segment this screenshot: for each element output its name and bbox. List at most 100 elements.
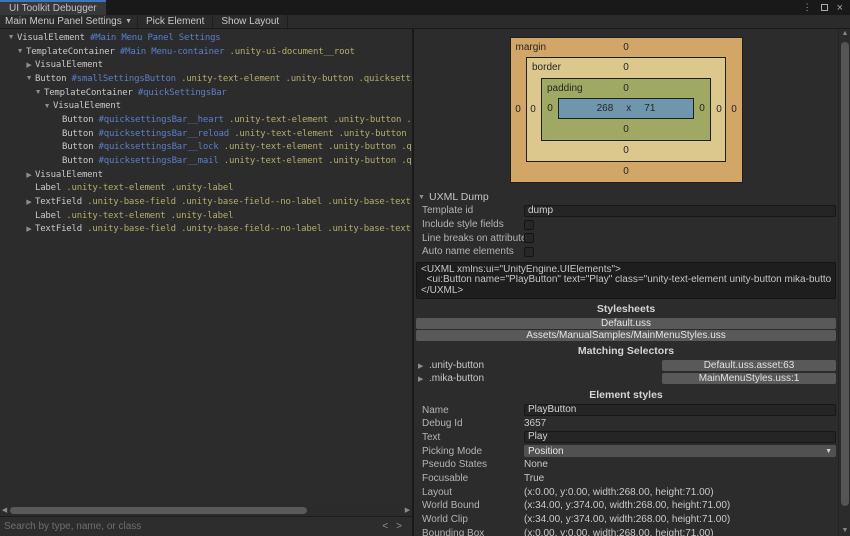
line-breaks-on-attributes-checkbox[interactable] bbox=[524, 233, 534, 244]
picking-mode-label: Picking Mode bbox=[422, 445, 483, 457]
uxml-code-line: </UXML> bbox=[421, 285, 464, 296]
expander-expanded-icon[interactable]: ▼ bbox=[14, 48, 26, 55]
tree-row-visualelement[interactable]: ▼ VisualElement bbox=[0, 99, 412, 113]
element-classes: .unity-text-element .unity-label bbox=[61, 210, 234, 221]
box-model-padding: padding 0 0 268 x 71 0 0 bbox=[541, 77, 711, 141]
selector-source-button[interactable]: MainMenuStyles.uss:1 bbox=[662, 373, 836, 385]
box-model-content: 268 x 71 bbox=[558, 98, 694, 119]
expander-collapsed-icon[interactable]: ▶ bbox=[23, 61, 35, 69]
world-bound-value: (x:34.00, y:374.00, width:268.00, height… bbox=[524, 500, 731, 512]
expander-expanded-icon[interactable]: ▼ bbox=[23, 75, 35, 82]
style-row-name: Name PlayButton bbox=[414, 403, 838, 417]
focusable-value: True bbox=[524, 473, 545, 485]
tab-ui-toolkit-debugger[interactable]: UI Toolkit Debugger bbox=[0, 0, 106, 15]
close-icon[interactable]: × bbox=[837, 2, 843, 13]
element-type: TextField bbox=[35, 224, 82, 235]
bounding-box-value: (x:0.00, y:0.00, width:268.00, height:71… bbox=[524, 527, 714, 536]
tree-row-visualelement[interactable]: ▶ VisualElement bbox=[0, 168, 412, 182]
tree-row-textfield[interactable]: ▶ TextField .unity-base-field .unity-base… bbox=[0, 195, 412, 209]
expander-collapsed-icon[interactable]: ▶ bbox=[23, 225, 35, 233]
name-field[interactable]: PlayButton bbox=[524, 404, 836, 417]
horizontal-scrollbar[interactable]: ◀ ▶ bbox=[0, 505, 412, 516]
tree-row-textfield[interactable]: ▶ TextField .unity-base-field .unity-base… bbox=[0, 223, 412, 237]
element-type: VisualElement bbox=[53, 101, 121, 112]
tree-row-label[interactable]: Label .unity-text-element .unity-label bbox=[0, 182, 412, 196]
tree-row-templatecontainer-main-menu-container[interactable]: ▼ TemplateContainer #Main Menu-container … bbox=[0, 45, 412, 59]
tree-row-button-quicksettingsbar-reload[interactable]: Button #quicksettingsBar__reload .unity-… bbox=[0, 127, 412, 141]
include-style-fields-checkbox[interactable] bbox=[524, 219, 534, 230]
search-prev-button[interactable]: < bbox=[378, 521, 392, 532]
uxml-dump-title: UXML Dump bbox=[429, 191, 489, 203]
search-next-button[interactable]: > bbox=[392, 521, 406, 532]
tree-row-button-quicksettingsbar-heart[interactable]: Button #quicksettingsBar__heart .unity-t… bbox=[0, 113, 412, 127]
ui-toolkit-debugger-window: UI Toolkit Debugger ⋮ × Main Menu Panel … bbox=[0, 0, 850, 536]
scroll-right-icon[interactable]: ▶ bbox=[403, 505, 412, 516]
scroll-up-icon[interactable]: ▲ bbox=[839, 30, 850, 37]
scroll-left-icon[interactable]: ◀ bbox=[0, 505, 9, 516]
horizontal-scroll-track[interactable] bbox=[9, 505, 403, 516]
vertical-scrollbar[interactable]: ▲ ▼ bbox=[838, 29, 850, 536]
style-row-debug-id: Debug Id 3657 bbox=[414, 417, 838, 431]
expander-collapsed-icon[interactable]: ▶ bbox=[23, 198, 35, 206]
border-label: border bbox=[532, 62, 561, 73]
main-split: ▼ VisualElement #Main Menu Panel Settings… bbox=[0, 29, 850, 536]
tree-row-button-smallsettingsbutton[interactable]: ▼ Button #smallSettingsButton .unity-text… bbox=[0, 72, 412, 86]
scroll-down-icon[interactable]: ▼ bbox=[839, 527, 850, 534]
uxml-dump-foldout[interactable]: ▼ UXML Dump bbox=[414, 190, 838, 204]
border-right-value: 0 bbox=[716, 103, 722, 115]
element-name: #smallSettingsButton bbox=[66, 73, 177, 84]
element-type: TemplateContainer bbox=[26, 46, 115, 57]
tree-row-button-quicksettingsbar-lock[interactable]: Button #quicksettingsBar__lock .unity-te… bbox=[0, 141, 412, 155]
expander-collapsed-icon[interactable]: ▶ bbox=[418, 375, 426, 383]
tree-row-visualelement[interactable]: ▶ VisualElement bbox=[0, 58, 412, 72]
template-id-field[interactable]: dump bbox=[524, 204, 836, 217]
element-type: Button bbox=[62, 114, 94, 125]
selector-row: ▶ .mika-button MainMenuStyles.uss:1 bbox=[414, 372, 838, 385]
chevron-down-icon: ▼ bbox=[825, 447, 832, 455]
vertical-scroll-thumb[interactable] bbox=[841, 42, 849, 506]
picking-mode-dropdown[interactable]: Position ▼ bbox=[524, 445, 836, 458]
border-top-value: 0 bbox=[623, 62, 629, 73]
margin-left-value: 0 bbox=[515, 104, 521, 115]
element-type: Button bbox=[35, 73, 67, 84]
menu-kebab-icon[interactable]: ⋮ bbox=[803, 2, 812, 13]
tree-row-templatecontainer-quicksettingsbar[interactable]: ▼ TemplateContainer #quickSettingsBar bbox=[0, 86, 412, 100]
expander-collapsed-icon[interactable]: ▶ bbox=[418, 362, 426, 370]
element-styles-header: Element styles bbox=[589, 389, 663, 402]
box-model-diagram: margin 0 0 border 0 0 padding 0 0 268 x … bbox=[414, 29, 838, 184]
element-name: #quicksettingsBar__reload bbox=[93, 128, 230, 139]
stylesheet-item[interactable]: Default.uss bbox=[416, 318, 836, 330]
element-type: TextField bbox=[35, 197, 82, 208]
style-row-picking-mode: Picking Mode Position ▼ bbox=[414, 444, 838, 458]
auto-name-elements-label: Auto name elements bbox=[422, 246, 514, 258]
window-controls: ⋮ × bbox=[803, 0, 850, 15]
hierarchy-panel: ▼ VisualElement #Main Menu Panel Settings… bbox=[0, 29, 412, 536]
element-classes: .unity-base-field .unity-base-field--no-… bbox=[81, 224, 412, 235]
debug-id-label: Debug Id bbox=[422, 418, 463, 430]
template-id-label: Template id bbox=[422, 205, 474, 217]
margin-bottom-value: 0 bbox=[623, 166, 629, 177]
expander-expanded-icon[interactable]: ▼ bbox=[41, 103, 53, 110]
text-field[interactable]: Play bbox=[524, 431, 836, 444]
uxml-code-textarea[interactable]: <UXML xmlns:ui="UnityEngine.UIElements">… bbox=[416, 261, 836, 300]
border-left-value: 0 bbox=[530, 103, 536, 115]
search-input[interactable]: Search by type, name, or class bbox=[4, 521, 378, 532]
element-classes: .unity-text-element .unity-label bbox=[61, 183, 234, 194]
selector-source-button[interactable]: Default.uss.asset:63 bbox=[662, 360, 836, 372]
tree-row-button-quicksettingsbar-mail[interactable]: Button #quicksettingsBar__mail .unity-te… bbox=[0, 154, 412, 168]
name-label: Name bbox=[422, 404, 449, 416]
stylesheet-item[interactable]: Assets/ManualSamples/MainMenuStyles.uss bbox=[416, 330, 836, 342]
maximize-icon[interactable] bbox=[820, 4, 828, 11]
tree-row-visualelement-main-menu-panel-settings[interactable]: ▼ VisualElement #Main Menu Panel Settings bbox=[0, 31, 412, 45]
show-layout-button[interactable]: Show Layout bbox=[213, 15, 289, 28]
pick-element-button[interactable]: Pick Element bbox=[138, 15, 214, 28]
element-name: #Main Menu Panel Settings bbox=[84, 32, 221, 43]
tree-row-label[interactable]: Label .unity-text-element .unity-label bbox=[0, 209, 412, 223]
panel-picker-dropdown[interactable]: Main Menu Panel Settings ▼ bbox=[0, 15, 138, 28]
expander-expanded-icon[interactable]: ▼ bbox=[5, 34, 17, 41]
pseudo-states-label: Pseudo States bbox=[422, 459, 488, 471]
expander-expanded-icon[interactable]: ▼ bbox=[32, 89, 44, 96]
expander-collapsed-icon[interactable]: ▶ bbox=[23, 171, 35, 179]
horizontal-scroll-thumb[interactable] bbox=[10, 507, 307, 514]
auto-name-elements-checkbox[interactable] bbox=[524, 246, 534, 257]
